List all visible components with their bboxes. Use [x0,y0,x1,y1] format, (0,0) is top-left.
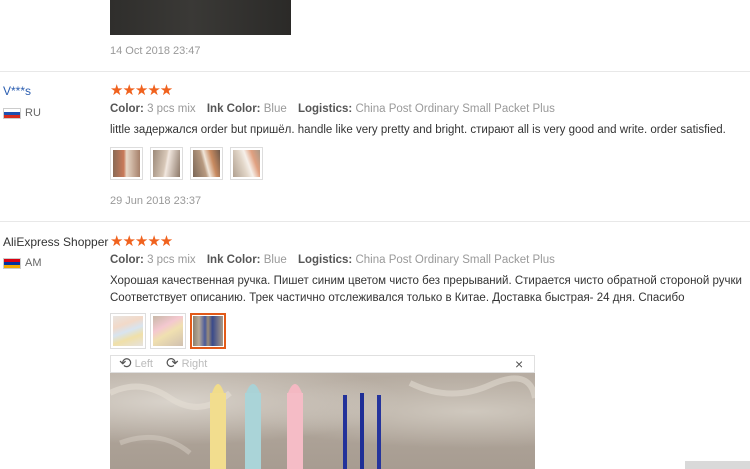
flag-am-icon [3,258,21,269]
attr-label: Ink Color: [206,103,261,115]
attr-label: Color: [110,103,144,115]
reviewer-country: RU [25,107,41,119]
attr-label: Logistics: [297,103,353,115]
attr-label: Logistics: [297,254,353,266]
close-icon[interactable]: × [515,356,523,372]
review-thumbnail[interactable] [110,147,143,180]
flag-ru-icon [3,108,21,119]
review-thumbnail[interactable] [110,313,146,349]
reviewer-name: V***s [3,84,32,98]
review-thumbnail-selected[interactable] [190,313,226,349]
review-date: 14 Oct 2018 23:47 [110,45,201,57]
review-divider [0,221,750,222]
viewer-left-button[interactable]: ⟲ Left [119,356,153,372]
pens-photo [110,375,535,469]
attr-value: Blue [263,254,287,266]
attr-value: China Post Ordinary Small Packet Plus [355,103,555,115]
review-photo-enlarged [110,373,535,469]
review-thumbnail[interactable] [150,313,186,349]
review-photo[interactable] [110,0,291,35]
attr-value: 3 pcs mix [147,254,196,266]
viewer-left-label: Left [134,358,153,370]
review-text-line: Соответствует описанию. Трек частично от… [110,292,685,304]
review-attributes: Color: 3 pcs mix Ink Color: Blue Logisti… [110,103,555,115]
horizontal-scrollbar[interactable] [685,461,750,469]
rating-stars: ★★★★★ [110,233,173,250]
rotate-right-icon: ⟳ [166,355,179,372]
attr-value: 3 pcs mix [147,103,196,115]
review-thumbnail[interactable] [190,147,223,180]
attr-label: Color: [110,254,144,266]
review-thumbnail[interactable] [230,147,263,180]
review-divider [0,71,750,72]
rotate-left-icon: ⟲ [119,355,132,372]
review-date: 29 Jun 2018 23:37 [110,195,202,207]
reviewer-country: AM [25,257,42,269]
image-viewer-toolbar: ⟲ Left ⟳ Right × [110,355,535,373]
review-text: little задержался order but пришёл. hand… [110,124,726,136]
review-thumbnail[interactable] [150,147,183,180]
attr-value: Blue [263,103,287,115]
attr-value: China Post Ordinary Small Packet Plus [355,254,555,266]
viewer-right-label: Right [181,358,208,370]
review-text-line: Хорошая качественная ручка. Пишет синим … [110,275,742,287]
review-attributes: Color: 3 pcs mix Ink Color: Blue Logisti… [110,254,555,266]
attr-label: Ink Color: [206,254,261,266]
rating-stars: ★★★★★ [110,82,173,99]
reviewer-name: AliExpress Shopper [3,235,109,249]
viewer-right-button[interactable]: ⟳ Right [166,356,207,372]
